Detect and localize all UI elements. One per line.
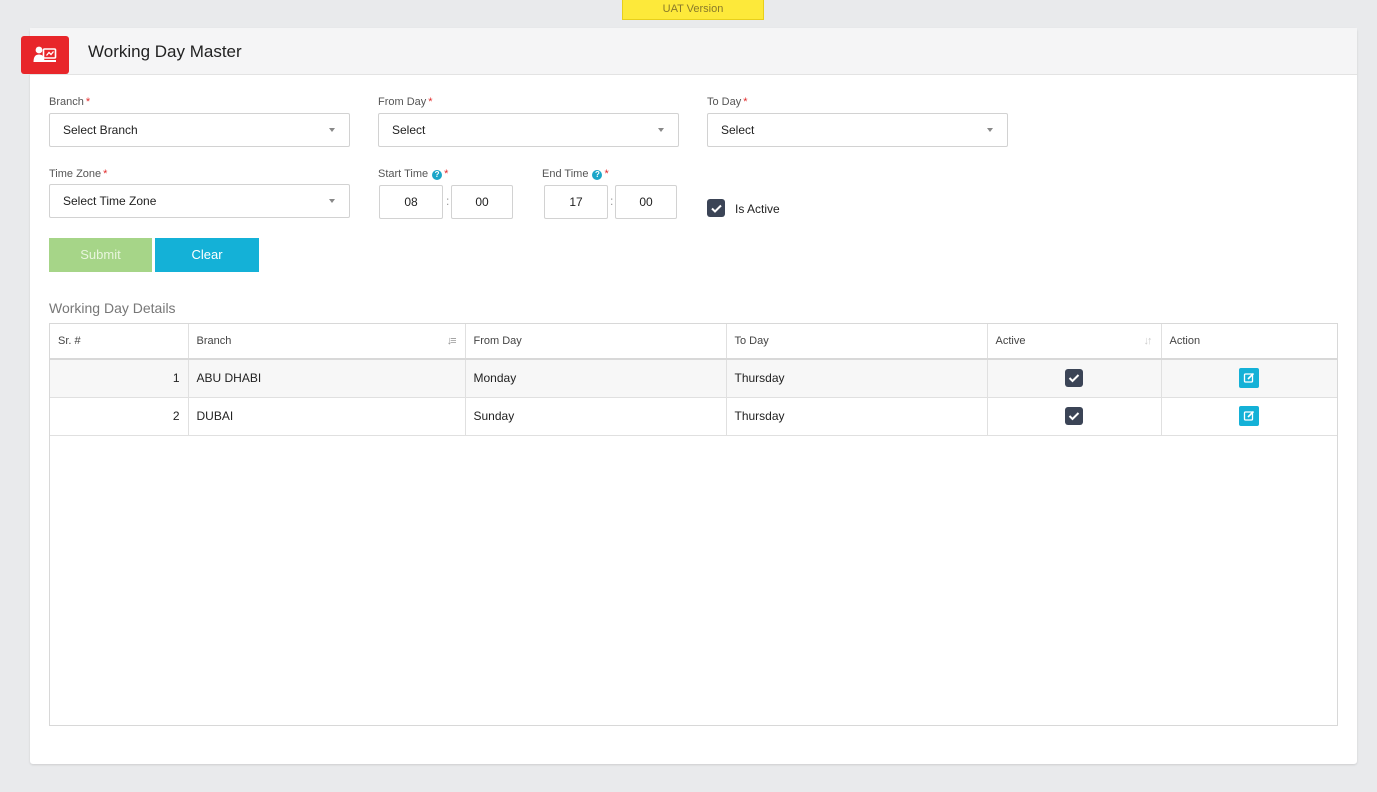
uat-version-badge: UAT Version — [622, 0, 764, 20]
is-active-label: Is Active — [735, 202, 780, 216]
cell-sr: 2 — [50, 397, 189, 436]
check-icon — [710, 204, 722, 213]
column-header-active[interactable]: Active ↓↑ — [987, 324, 1162, 360]
active-check-icon — [1065, 407, 1083, 425]
required-mark: * — [428, 96, 433, 108]
table-row[interactable]: 2 DUBAI Sunday Thursday — [50, 397, 1337, 436]
question-circle-icon[interactable]: ? — [592, 170, 603, 180]
end-time-label: End Time? * — [542, 168, 609, 180]
page-title: Working Day Master — [88, 42, 242, 61]
required-mark: * — [85, 96, 91, 108]
table-header-row: Sr. # Branch ↓≡ From Day To Day Active ↓↑ … — [50, 324, 1337, 360]
end-minutes-input[interactable]: 00 — [615, 185, 677, 219]
cell-branch: DUBAI — [188, 397, 466, 436]
time-zone-select[interactable]: Select Time Zone — [49, 184, 350, 218]
column-header-from-day[interactable]: From Day — [465, 324, 727, 360]
from-day-label: From Day * — [378, 96, 433, 108]
working-day-card: Working Day Master Branch * From Day * To … — [21, 28, 1357, 764]
question-circle-icon[interactable]: ? — [432, 170, 443, 180]
working-day-table: Sr. # Branch ↓≡ From Day To Day Active ↓↑ … — [49, 323, 1338, 726]
cell-sr: 1 — [50, 359, 189, 398]
edit-icon[interactable] — [1239, 368, 1260, 389]
active-check-icon — [1065, 369, 1083, 388]
to-day-label: To Day * — [707, 96, 748, 108]
branch-select[interactable]: Select Branch — [49, 113, 350, 147]
card-header: Working Day Master — [21, 28, 1357, 75]
start-hours-input[interactable]: 08 — [379, 185, 443, 219]
sort-alpha-asc-icon[interactable]: ↓≡ — [447, 335, 457, 347]
table-row[interactable]: 1 ABU DHABI Monday Thursday — [50, 359, 1337, 398]
time-zone-select-value: Select Time Zone — [63, 194, 157, 208]
submit-button[interactable]: Submit — [49, 238, 152, 272]
time-zone-label: Time Zone * — [49, 168, 108, 180]
from-day-select-value: Select — [392, 123, 426, 137]
cell-to-day: Thursday — [726, 359, 988, 398]
to-day-select[interactable]: Select — [707, 113, 1008, 147]
branch-label: Branch * — [49, 96, 91, 108]
cell-to-day: Thursday — [726, 397, 988, 436]
cell-from-day: Sunday — [465, 397, 727, 436]
caret-down-icon — [329, 199, 335, 203]
caret-down-icon — [658, 128, 664, 132]
user-monitor-icon — [21, 36, 69, 74]
column-header-to-day[interactable]: To Day — [726, 324, 988, 360]
column-header-sr[interactable]: Sr. # — [50, 324, 189, 360]
column-header-action: Action — [1161, 324, 1337, 360]
working-day-details-title: Working Day Details — [49, 300, 176, 316]
required-mark: * — [743, 96, 748, 108]
caret-down-icon — [987, 128, 993, 132]
cell-action — [1161, 397, 1337, 436]
caret-down-icon — [329, 128, 335, 132]
time-separator: : — [610, 194, 614, 208]
cell-action — [1161, 359, 1337, 398]
required-mark: * — [604, 168, 609, 180]
start-time-label: Start Time? * — [378, 168, 449, 180]
to-day-select-value: Select — [721, 123, 755, 137]
cell-branch: ABU DHABI — [188, 359, 466, 398]
edit-icon[interactable] — [1239, 406, 1260, 426]
cell-from-day: Monday — [465, 359, 727, 398]
cell-active — [987, 397, 1162, 436]
required-mark: * — [103, 168, 108, 180]
time-separator: : — [446, 194, 450, 208]
from-day-select[interactable]: Select — [378, 113, 679, 147]
start-minutes-input[interactable]: 00 — [451, 185, 513, 219]
branch-select-value: Select Branch — [63, 123, 138, 137]
clear-button[interactable]: Clear — [155, 238, 259, 272]
cell-active — [987, 359, 1162, 398]
end-hours-input[interactable]: 17 — [544, 185, 608, 219]
sort-icon[interactable]: ↓↑ — [1144, 335, 1153, 347]
column-header-branch[interactable]: Branch ↓≡ — [188, 324, 466, 360]
required-mark: * — [444, 168, 449, 180]
is-active-checkbox[interactable] — [707, 199, 725, 217]
